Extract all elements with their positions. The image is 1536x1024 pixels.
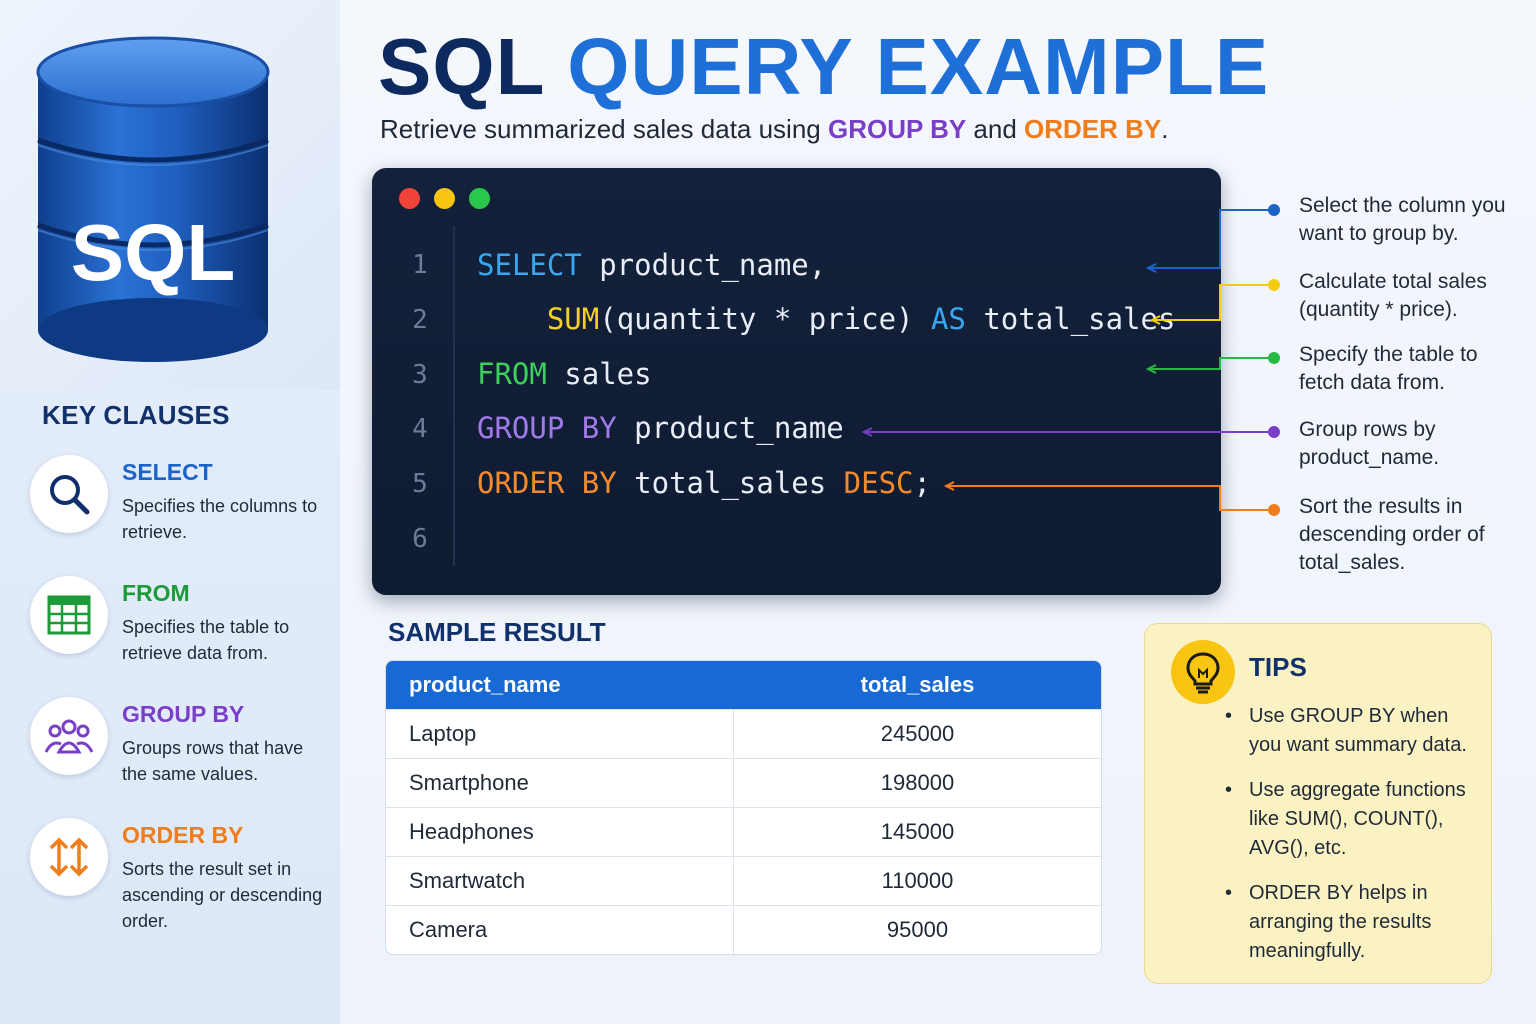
table-row: Laptop 245000 xyxy=(386,709,1101,758)
annotation-select: Select the column you want to group by. xyxy=(1299,194,1506,245)
connector-select xyxy=(1145,204,1280,273)
tip-item: Use GROUP BY when you want summary data. xyxy=(1225,702,1475,760)
annotation-group-by: Group rows by product_name. xyxy=(1299,418,1440,469)
connector-group-by xyxy=(861,426,1280,438)
tips-title: TIPS xyxy=(1249,652,1307,682)
lightbulb-icon xyxy=(1171,640,1235,704)
tips-box: TIPS Use GROUP BY when you want summary … xyxy=(1144,623,1492,984)
cell-total: 245000 xyxy=(734,709,1101,758)
tips-list: Use GROUP BY when you want summary data.… xyxy=(1225,702,1475,982)
tip-item: Use aggregate functions like SUM(), COUN… xyxy=(1225,776,1475,863)
annotation-from: Specify the table to fetch data from. xyxy=(1299,343,1478,394)
cell-product: Laptop xyxy=(386,709,734,758)
cell-product: Smartwatch xyxy=(386,856,734,905)
table-row: Headphones 145000 xyxy=(386,807,1101,856)
table-row: Smartwatch 110000 xyxy=(386,856,1101,905)
cell-product: Camera xyxy=(386,905,734,954)
column-header-product-name[interactable]: product_name xyxy=(386,661,734,709)
cell-product: Headphones xyxy=(386,807,734,856)
annotation-order-by: Sort the results in descending order of … xyxy=(1299,495,1485,574)
column-header-total-sales[interactable]: total_sales xyxy=(734,661,1101,709)
cell-total: 198000 xyxy=(734,758,1101,807)
table-row: Camera 95000 xyxy=(386,905,1101,954)
sample-result-table: product_name total_sales Laptop 245000 S… xyxy=(385,660,1102,955)
sample-result-title: SAMPLE RESULT xyxy=(388,617,606,647)
cell-total: 145000 xyxy=(734,807,1101,856)
cell-product: Smartphone xyxy=(386,758,734,807)
connector-sum xyxy=(1149,279,1280,325)
tip-item: ORDER BY helps in arranging the results … xyxy=(1225,879,1475,966)
cell-total: 110000 xyxy=(734,856,1101,905)
connector-order-by xyxy=(943,481,1280,516)
table-row: Smartphone 198000 xyxy=(386,758,1101,807)
table-header-row: product_name total_sales xyxy=(386,661,1101,709)
annotation-sum: Calculate total sales (quantity * price)… xyxy=(1299,270,1487,321)
connector-from xyxy=(1145,352,1280,374)
cell-total: 95000 xyxy=(734,905,1101,954)
